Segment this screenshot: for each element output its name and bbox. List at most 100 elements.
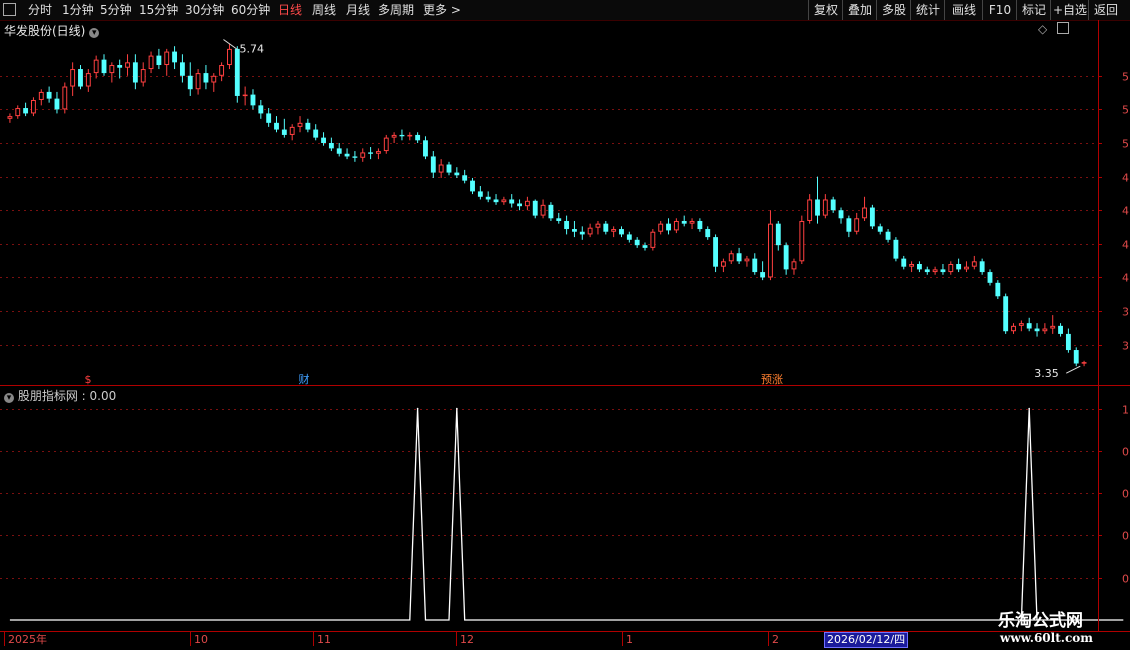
candle-body [948,264,954,273]
candle-body [470,180,475,192]
candle-body [893,239,899,259]
candle [728,250,734,264]
candle-body [854,218,860,232]
low-arrow [1066,365,1081,374]
candle [1081,360,1087,367]
candle [916,261,922,273]
signal-peak [456,407,458,410]
candle-body [532,200,538,216]
candle-body [587,227,593,235]
y-tick-label: 3.75 [1122,306,1130,319]
y-tick-label: 0.80 [1122,446,1130,459]
candle-body [705,229,711,238]
candle [909,261,915,273]
candle-body [234,48,240,96]
candle [689,218,695,230]
candle [211,73,217,92]
event-marker: $ [85,373,92,386]
candle [101,54,107,76]
candle-body [415,134,421,141]
candle [470,177,475,195]
candle-body [54,98,60,110]
candle-body [297,122,303,127]
panel-layout-icon[interactable] [1057,22,1069,34]
candle-body [383,137,389,152]
candle [783,242,789,275]
event-marker-text: 财 [299,372,310,386]
candle [289,124,295,141]
candle-body [885,231,891,240]
candle [822,194,828,219]
candle-body [517,203,522,207]
candle-body [548,204,554,219]
candle-body [1026,323,1032,329]
candle-body [446,164,452,173]
candle [775,220,781,251]
candle-body [117,65,123,68]
candle-body [689,220,695,224]
x-tick-label: 2025年 [8,632,47,646]
candle [509,194,515,208]
candle [266,108,272,127]
candle [603,220,609,235]
candle [62,82,68,114]
candle-body [352,156,358,158]
candle [681,215,687,227]
candle-body [462,175,468,181]
candle [258,99,264,119]
candle-body [791,261,797,270]
candle-body [642,245,648,248]
candle-body [31,99,36,114]
candle-body [909,264,915,267]
candle [548,202,554,221]
candle-body [1018,323,1024,326]
candle [611,226,617,238]
candle [736,247,742,264]
candle [713,234,719,273]
cursor-date: 2026/02/12/四 [824,632,909,648]
candle-body [619,229,624,235]
candle [666,218,671,235]
panel-toggle-icon[interactable]: ◇ [1038,22,1047,36]
candle [274,116,279,133]
candle [948,261,954,275]
candle-body [321,137,326,143]
candle [31,97,36,117]
candle [673,218,679,234]
candle [336,143,342,157]
candle [556,212,562,224]
candle-body [760,272,766,278]
chevron-down-icon[interactable]: ▾ [4,393,14,403]
candle [532,199,538,219]
candle-body [140,69,146,83]
candle-body [901,258,907,267]
candle-body [1050,325,1056,329]
candle-body [360,152,366,158]
y-tick-label: 4.25 [1122,239,1130,252]
candle [720,258,726,273]
candle-body [195,73,201,90]
candle-body [85,73,91,87]
candle-body [673,220,679,231]
candle-body [274,122,279,130]
candle-body [46,91,52,99]
indicator-title: ▾ 股朋指标网 : 0.00 [4,387,116,404]
chevron-down-icon[interactable]: ▾ [89,28,100,38]
candle-body [650,231,656,248]
candle [979,258,985,275]
candle [281,118,287,138]
candle-body [940,269,946,273]
signal-peak [416,407,419,410]
candle [117,59,123,79]
candle-body [344,153,350,157]
candle [1065,328,1071,353]
candle-body [830,199,836,211]
candle-body [368,152,374,154]
candle [148,51,154,74]
x-tick-label: 1 [626,633,633,646]
chart-area[interactable]: 5.50 5.25 5.00 4.75 4.50 4.25 4.00 3.75 3.50 5.7… [0,0,1130,650]
candle [391,132,397,143]
candle-body [1081,362,1087,364]
candle [885,229,891,243]
candle [179,54,185,83]
